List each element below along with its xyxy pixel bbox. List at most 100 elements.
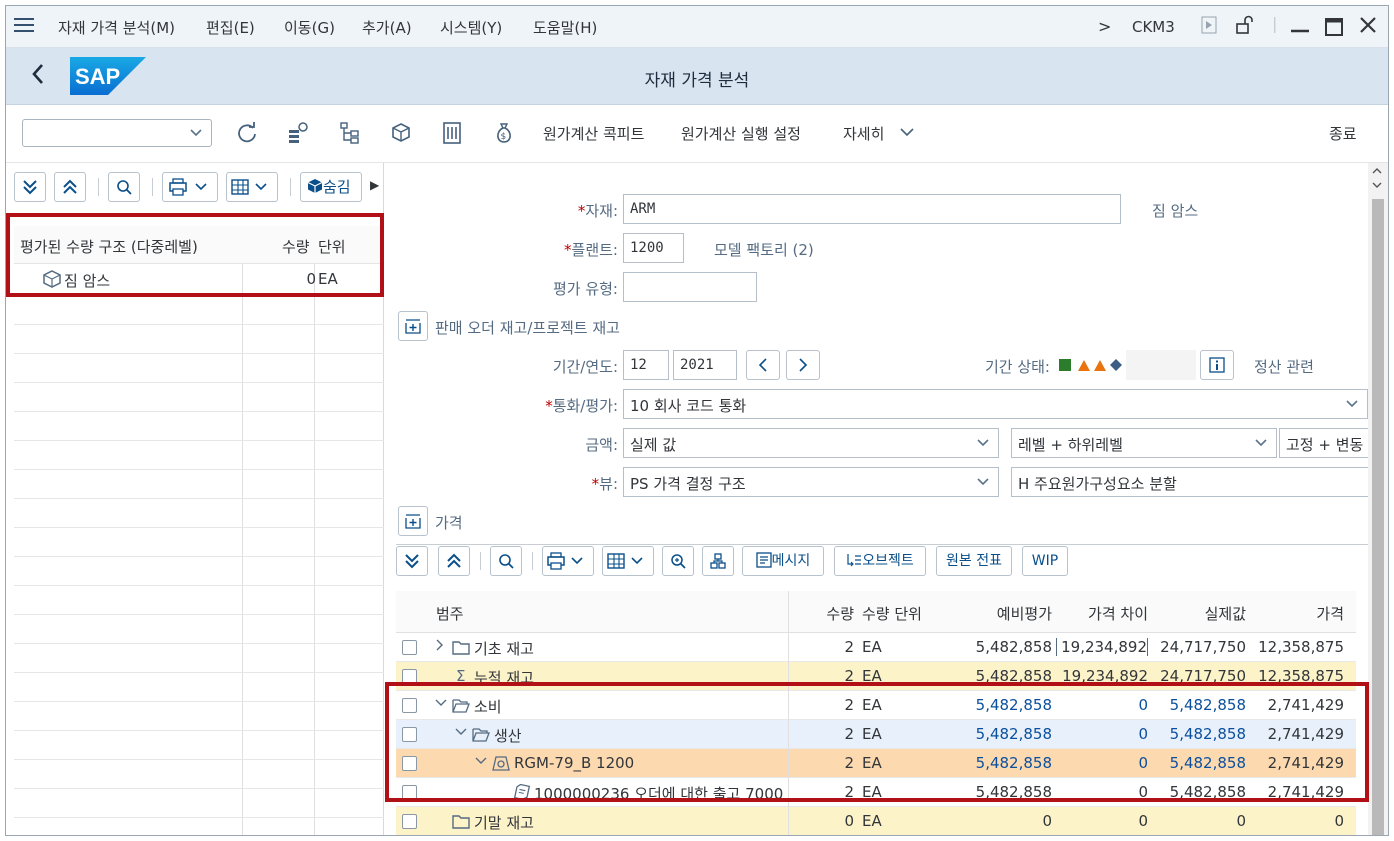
view-select[interactable]: PS 가격 결정 구조 <box>623 467 999 497</box>
structure-icon[interactable] <box>702 546 734 576</box>
empty-row <box>14 296 384 325</box>
zoom-icon[interactable] <box>662 546 694 576</box>
menu-system[interactable]: 시스템(Y) <box>440 17 502 38</box>
calculator-icon[interactable] <box>442 122 462 149</box>
print-menu-button[interactable] <box>162 172 218 202</box>
empty-row <box>14 441 384 470</box>
col-quantity[interactable]: 수량 <box>794 603 854 624</box>
costing-run-settings-button[interactable]: 원가계산 실행 설정 <box>681 123 801 144</box>
close-icon[interactable] <box>1358 15 1378 39</box>
table-row[interactable]: 기말 재고 0 EA 0 0 0 0 <box>396 807 1356 835</box>
previous-period-icon[interactable] <box>746 350 780 380</box>
currency-label-text: 통화/평가: <box>552 397 618 415</box>
empty-row <box>14 470 384 499</box>
level-select[interactable]: 레벨 + 하위레벨 <box>1011 428 1277 458</box>
scroll-up-icon[interactable] <box>1371 165 1383 179</box>
menu-edit[interactable]: 편집(E) <box>206 17 255 38</box>
chevron-down-icon[interactable] <box>899 124 915 145</box>
empty-row <box>14 557 384 586</box>
expand-section-icon[interactable] <box>398 506 428 536</box>
minimize-icon[interactable] <box>1290 12 1310 40</box>
chevron-down-icon <box>1254 434 1268 456</box>
plant-input[interactable]: 1200 <box>623 233 684 263</box>
execute-icon[interactable] <box>1201 16 1217 38</box>
scroll-down-icon[interactable] <box>1371 179 1383 193</box>
layout-menu-button[interactable] <box>602 546 654 576</box>
collapse-all-icon[interactable] <box>54 172 86 202</box>
hamburger-menu-icon[interactable] <box>12 14 36 38</box>
empty-row <box>14 789 384 818</box>
view-description: H 주요원가구성요소 분할 <box>1018 475 1177 493</box>
menu-extras[interactable]: 추가(A) <box>362 17 412 38</box>
year-input[interactable]: 2021 <box>673 350 737 380</box>
valuation-type-input[interactable] <box>623 272 757 302</box>
amount-select[interactable]: 실제 값 <box>623 428 999 458</box>
scrollbar-thumb[interactable] <box>1372 199 1384 835</box>
more-button[interactable]: 자세히 <box>843 123 884 144</box>
row-qty: 2 <box>844 638 854 656</box>
search-icon[interactable] <box>108 172 140 202</box>
menu-help[interactable]: 도움말(H) <box>533 17 597 38</box>
command-dropdown[interactable] <box>22 119 212 147</box>
collapse-all-icon[interactable] <box>438 546 470 576</box>
row-unit: EA <box>862 638 882 656</box>
expand-all-icon[interactable] <box>14 172 46 202</box>
empty-row <box>14 325 384 354</box>
chevron-right-icon[interactable]: > <box>1098 17 1111 36</box>
search-icon[interactable] <box>490 546 522 576</box>
vertical-scrollbar[interactable] <box>1368 163 1388 835</box>
row-checkbox[interactable] <box>402 640 417 655</box>
empty-row <box>14 528 384 557</box>
col-quantity-unit[interactable]: 수량 단위 <box>862 603 922 624</box>
refresh-icon[interactable] <box>236 122 258 149</box>
expand-section-icon[interactable] <box>398 311 428 341</box>
menu-goto[interactable]: 이동(G) <box>284 17 335 38</box>
sales-order-stock-section[interactable]: 판매 오더 재고/프로젝트 재고 <box>435 317 620 338</box>
object-button[interactable]: 오브젝트 <box>834 546 926 576</box>
fixed-variable-select-value: 고정 + 변동 <box>1286 436 1364 454</box>
row-preliminary: 5,482,858 <box>975 638 1052 656</box>
hierarchy-icon[interactable] <box>340 122 360 149</box>
plant-label: *플랜트: <box>564 241 618 259</box>
currency-select[interactable]: 10 회사 코드 통화 <box>623 389 1368 419</box>
unlock-icon[interactable] <box>1234 15 1254 39</box>
empty-row <box>14 354 384 383</box>
material-description: 짐 암스 <box>1152 202 1199 220</box>
view-label-text: 뷰: <box>599 475 618 493</box>
main-toolbar: $ 원가계산 콕피트 원가계산 실행 설정 자세히 종료 <box>6 105 1388 163</box>
exit-button[interactable]: 종료 <box>1329 123 1357 144</box>
costing-info-icon[interactable] <box>288 122 308 149</box>
product-cost-icon[interactable] <box>390 122 412 149</box>
col-price[interactable]: 가격 <box>1250 603 1344 624</box>
col-preliminary[interactable]: 예비평가 <box>956 603 1052 624</box>
separator <box>290 178 291 196</box>
triangle-right-icon[interactable]: ▶ <box>370 178 379 192</box>
plant-label-text: 플랜트: <box>571 241 618 259</box>
period-input[interactable]: 12 <box>623 350 669 380</box>
row-actual: 24,717,750 <box>1160 638 1246 656</box>
chevron-right-icon[interactable] <box>434 637 446 657</box>
info-icon[interactable] <box>1200 350 1234 380</box>
maximize-icon[interactable] <box>1324 17 1344 41</box>
menu-material-price-analysis[interactable]: 자재 가격 분석(M) <box>58 17 175 38</box>
col-price-difference[interactable]: 가격 차이 <box>1056 603 1148 624</box>
money-bag-icon[interactable]: $ <box>494 122 514 149</box>
row-checkbox[interactable] <box>402 814 417 829</box>
price-section[interactable]: 가격 <box>435 512 463 533</box>
wip-button[interactable]: WIP <box>1022 546 1068 576</box>
expand-all-icon[interactable] <box>396 546 428 576</box>
layout-menu-button[interactable] <box>226 172 278 202</box>
messages-button[interactable]: 메시지 <box>742 546 824 576</box>
fixed-variable-select[interactable]: 고정 + 변동 <box>1279 428 1368 458</box>
material-input[interactable]: ARM <box>623 194 1121 224</box>
source-document-button[interactable]: 원본 전표 <box>936 546 1012 576</box>
hide-button[interactable]: 숨김 <box>300 172 362 202</box>
empty-row <box>14 412 384 441</box>
next-period-icon[interactable] <box>786 350 820 380</box>
col-category[interactable]: 범주 <box>436 603 464 624</box>
col-actual[interactable]: 실제값 <box>1152 603 1246 624</box>
costing-cockpit-button[interactable]: 원가계산 콕피트 <box>543 123 644 144</box>
table-row[interactable]: 기초 재고 2 EA 5,482,858 19,234,892 24,717,7… <box>396 633 1356 662</box>
print-menu-button[interactable] <box>542 546 594 576</box>
row-actual: 0 <box>1236 812 1246 830</box>
